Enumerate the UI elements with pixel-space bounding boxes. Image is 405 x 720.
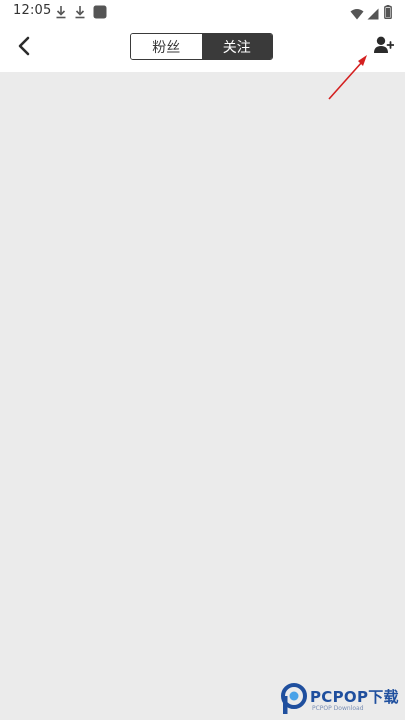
nav-bar: 粉丝 关注 xyxy=(0,24,405,72)
wifi-icon xyxy=(350,5,364,24)
status-bar: 12:05 xyxy=(0,0,405,24)
download-icon xyxy=(55,4,67,23)
watermark-brand: PCPOP下载 xyxy=(310,688,399,706)
tab-fans[interactable]: 粉丝 xyxy=(131,34,202,59)
pcpop-logo-icon xyxy=(280,683,308,719)
following-list-area xyxy=(0,72,405,720)
chevron-left-icon xyxy=(17,36,31,60)
add-user-icon xyxy=(374,36,395,58)
download-icon xyxy=(74,4,86,23)
app-screen: 12:05 粉丝 关注 PCPOP下载 PCPOP Download xyxy=(0,0,405,720)
watermark-sub: PCPOP Download xyxy=(312,705,364,712)
tab-switch: 粉丝 关注 xyxy=(130,33,273,60)
status-time: 12:05 xyxy=(13,3,52,18)
tab-following[interactable]: 关注 xyxy=(201,34,272,59)
add-friend-button[interactable] xyxy=(368,33,400,61)
app-square-icon xyxy=(93,4,107,23)
watermark: PCPOP下载 PCPOP Download xyxy=(280,683,405,717)
back-button[interactable] xyxy=(8,32,40,64)
signal-icon xyxy=(367,5,379,24)
battery-icon xyxy=(384,4,392,23)
